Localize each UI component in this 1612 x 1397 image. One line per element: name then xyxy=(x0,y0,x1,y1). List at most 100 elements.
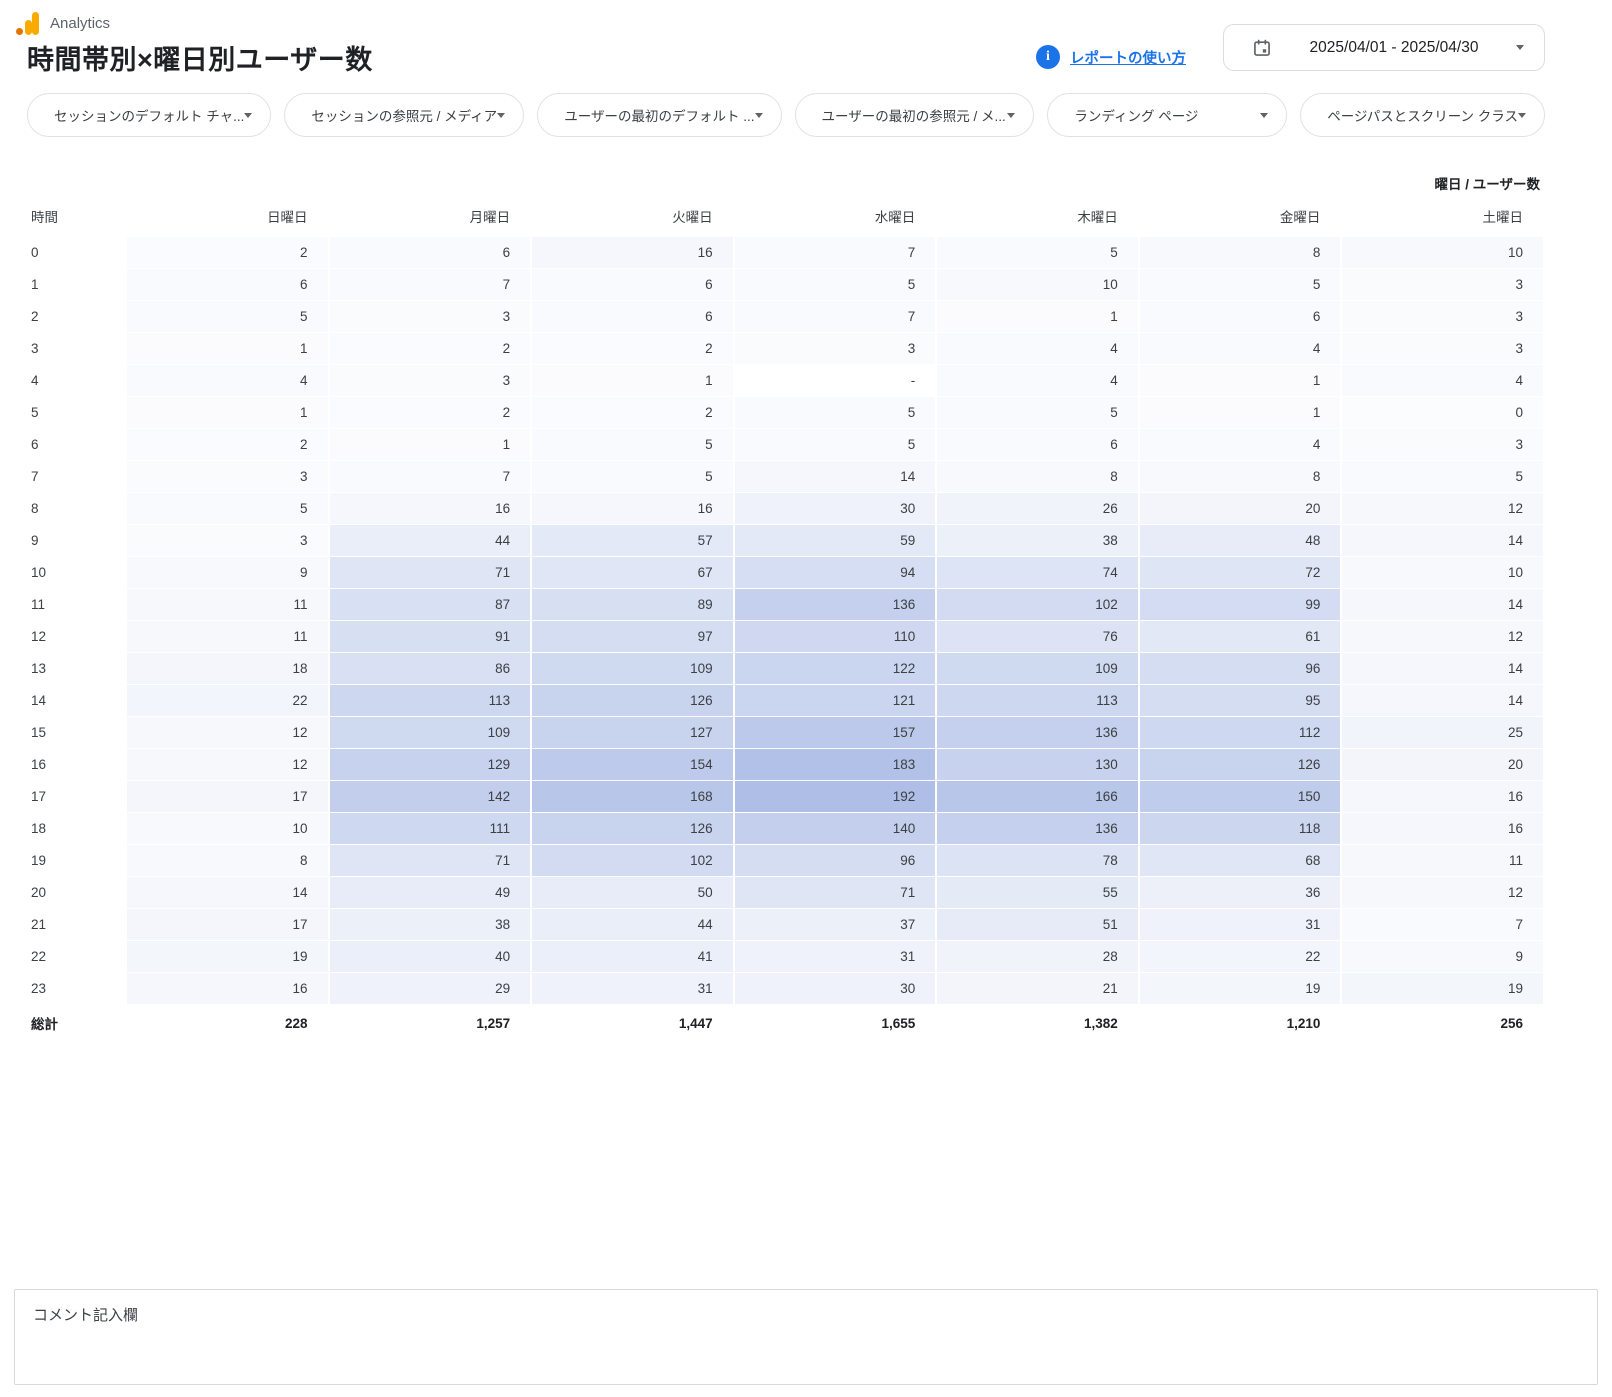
value-cell: 71 xyxy=(735,877,936,908)
value-cell: 86 xyxy=(330,653,531,684)
total-cell: 1,655 xyxy=(735,1005,936,1036)
value-cell: 16 xyxy=(532,493,733,524)
value-cell: 96 xyxy=(1140,653,1341,684)
value-cell: 168 xyxy=(532,781,733,812)
filter-chip-4[interactable]: ユーザーの最初の参照元 / メ... xyxy=(795,93,1035,137)
table-row: 211738443751317 xyxy=(29,909,1543,940)
hour-cell: 18 xyxy=(29,813,125,844)
col-header-day: 水曜日 xyxy=(735,198,936,236)
value-cell: 11 xyxy=(127,589,328,620)
hour-cell: 23 xyxy=(29,973,125,1004)
value-cell: 6 xyxy=(532,269,733,300)
value-cell: 126 xyxy=(532,685,733,716)
value-cell: 8 xyxy=(127,845,328,876)
value-cell: 113 xyxy=(937,685,1138,716)
value-cell: 8 xyxy=(937,461,1138,492)
table-row: 111187891361029914 xyxy=(29,589,1543,620)
filter-chip-5[interactable]: ランディング ページ xyxy=(1047,93,1287,137)
value-cell: 17 xyxy=(127,909,328,940)
value-cell: 118 xyxy=(1140,813,1341,844)
value-cell: 109 xyxy=(532,653,733,684)
hour-cell: 7 xyxy=(29,461,125,492)
value-cell: 71 xyxy=(330,845,531,876)
value-cell: 19 xyxy=(127,941,328,972)
value-cell: 5 xyxy=(1140,269,1341,300)
filter-chip-label: ユーザーの最初の参照元 / メ... xyxy=(822,105,1008,125)
hour-cell: 12 xyxy=(29,621,125,652)
value-cell: 96 xyxy=(735,845,936,876)
help-group: i レポートの使い方 xyxy=(1036,45,1186,69)
value-cell: 12 xyxy=(127,749,328,780)
table-row: 161212915418313012620 xyxy=(29,749,1543,780)
value-cell: 19 xyxy=(1342,973,1543,1004)
value-cell: 1 xyxy=(330,429,531,460)
value-cell: 130 xyxy=(937,749,1138,780)
value-cell: 5 xyxy=(735,269,936,300)
value-cell: 7 xyxy=(735,237,936,268)
hour-cell: 6 xyxy=(29,429,125,460)
col-header-day: 日曜日 xyxy=(127,198,328,236)
value-cell: 95 xyxy=(1140,685,1341,716)
value-cell: 126 xyxy=(532,813,733,844)
value-cell: 150 xyxy=(1140,781,1341,812)
brand-row: Analytics xyxy=(14,10,110,37)
table-row: 109716794747210 xyxy=(29,557,1543,588)
value-cell: 37 xyxy=(735,909,936,940)
value-cell: 20 xyxy=(1140,493,1341,524)
table-row: 25367163 xyxy=(29,301,1543,332)
chevron-down-icon xyxy=(1516,45,1524,50)
hour-cell: 11 xyxy=(29,589,125,620)
value-cell: 1 xyxy=(127,397,328,428)
filter-chip-6[interactable]: ページパスとスクリーン クラス xyxy=(1300,93,1545,137)
value-cell: 61 xyxy=(1140,621,1341,652)
col-header-day: 金曜日 xyxy=(1140,198,1341,236)
value-cell: 5 xyxy=(735,397,936,428)
hour-cell: 13 xyxy=(29,653,125,684)
value-cell: 5 xyxy=(127,301,328,332)
value-cell: 1 xyxy=(1140,365,1341,396)
filter-chip-2[interactable]: セッションの参照元 / メディア xyxy=(284,93,524,137)
comment-box[interactable]: コメント記入欄 xyxy=(14,1289,1598,1385)
brand-name: Analytics xyxy=(50,15,110,32)
value-cell: 113 xyxy=(330,685,531,716)
value-cell: 30 xyxy=(735,493,936,524)
value-cell: 55 xyxy=(937,877,1138,908)
hour-cell: 17 xyxy=(29,781,125,812)
filter-chip-3[interactable]: ユーザーの最初のデフォルト ... xyxy=(537,93,781,137)
value-cell: 16 xyxy=(330,493,531,524)
value-cell: 14 xyxy=(1342,525,1543,556)
col-header-day: 火曜日 xyxy=(532,198,733,236)
chevron-down-icon xyxy=(497,113,505,118)
value-cell: 10 xyxy=(1342,557,1543,588)
value-cell: 74 xyxy=(937,557,1138,588)
report-help-link[interactable]: レポートの使い方 xyxy=(1070,47,1186,68)
value-cell: 59 xyxy=(735,525,936,556)
value-cell: 7 xyxy=(735,301,936,332)
value-cell: 2 xyxy=(127,237,328,268)
value-cell: - xyxy=(735,365,936,396)
info-icon[interactable]: i xyxy=(1036,45,1060,69)
value-cell: 25 xyxy=(1342,717,1543,748)
filter-chip-label: ページパスとスクリーン クラス xyxy=(1327,105,1518,125)
table-row: 167651053 xyxy=(29,269,1543,300)
value-cell: 5 xyxy=(937,397,1138,428)
filter-chip-label: ランディング ページ xyxy=(1074,105,1260,125)
value-cell: 99 xyxy=(1140,589,1341,620)
total-cell: 1,382 xyxy=(937,1005,1138,1036)
value-cell: 121 xyxy=(735,685,936,716)
value-cell: 112 xyxy=(1140,717,1341,748)
value-cell: 6 xyxy=(937,429,1138,460)
hour-cell: 22 xyxy=(29,941,125,972)
calendar-icon xyxy=(1252,38,1272,58)
date-range-picker[interactable]: 2025/04/01 - 2025/04/30 xyxy=(1223,24,1545,71)
filter-chip-1[interactable]: セッションのデフォルト チャ... xyxy=(27,93,271,137)
value-cell: 28 xyxy=(937,941,1138,972)
value-cell: 126 xyxy=(1140,749,1341,780)
value-cell: 102 xyxy=(532,845,733,876)
table-row: 14221131261211139514 xyxy=(29,685,1543,716)
value-cell: 38 xyxy=(937,525,1138,556)
table-row: 93445759384814 xyxy=(29,525,1543,556)
value-cell: 6 xyxy=(127,269,328,300)
heatmap-table: 時間日曜日月曜日火曜日水曜日木曜日金曜日土曜日02616758101676510… xyxy=(27,197,1545,1037)
value-cell: 26 xyxy=(937,493,1138,524)
